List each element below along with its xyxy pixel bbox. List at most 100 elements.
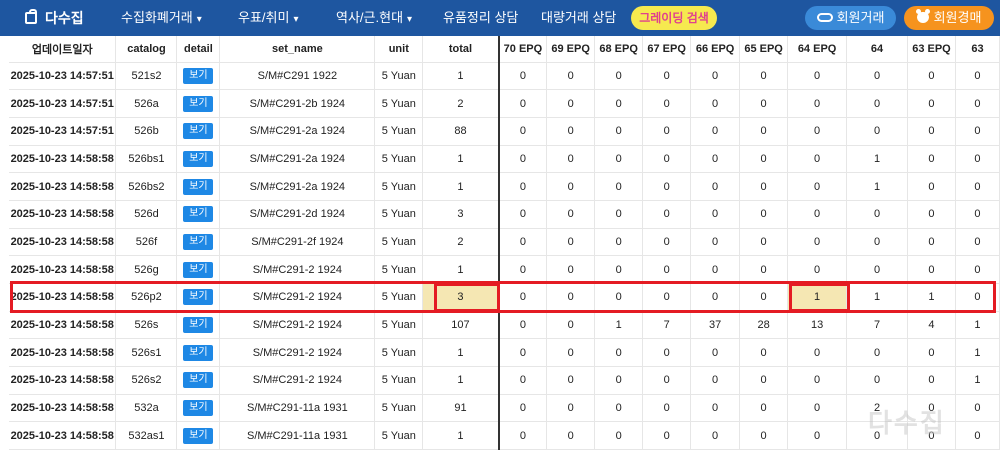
detail-view-button[interactable]: 보기 — [183, 372, 214, 389]
grade-count-cell: 0 — [907, 89, 956, 118]
grade-count-cell: 0 — [546, 255, 596, 284]
grade-count-cell: 0 — [739, 394, 789, 423]
detail-view-button[interactable]: 보기 — [183, 150, 214, 167]
detail-view-button[interactable]: 보기 — [183, 123, 214, 140]
grade-count-cell: 1 — [955, 366, 1000, 395]
detail-view-button[interactable]: 보기 — [183, 261, 214, 278]
detail-view-button[interactable]: 보기 — [183, 400, 214, 417]
table-row[interactable]: 2025-10-23 14:57:51 526b 보기 S/M#C291-2a 192… — [9, 117, 1000, 146]
grade-count-cell: 0 — [955, 145, 1000, 174]
top-navbar: 다수집 수집화폐거래 ▾ 우표/취미 ▾ 역사/근.현대 ▾ 유품정리 상담 대량거래… — [0, 0, 1000, 36]
grade-count-cell: 0 — [787, 255, 848, 284]
table-row[interactable]: 2025-10-23 14:58:58 526d 보기 S/M#C291-2d 192… — [9, 200, 1000, 229]
grade-count-cell: 0 — [594, 421, 644, 451]
brand-logo[interactable]: 다수집 — [25, 0, 84, 36]
grade-count-cell: 0 — [690, 145, 741, 174]
unit-cell: 5 Yuan — [374, 200, 424, 229]
table-row[interactable]: 2025-10-23 14:57:51 526a 보기 S/M#C291-2b 192… — [9, 89, 1000, 118]
grade-count-cell: 0 — [955, 117, 1000, 146]
menu-label: 수집화폐거래 — [121, 10, 193, 25]
grade-count-cell: 1 — [955, 311, 1000, 340]
detail-cell: 보기 — [176, 62, 221, 91]
total-cell: 88 — [422, 117, 500, 146]
grade-count-cell: 0 — [846, 255, 908, 284]
grade-count-cell: 0 — [642, 394, 692, 423]
grade-count-cell: 0 — [955, 172, 1000, 201]
column-header-64: 64 — [846, 36, 908, 63]
menu-label: 우표/취미 — [238, 10, 290, 25]
menu-estate-consulting[interactable]: 유품정리 상담 — [443, 0, 518, 36]
grade-count-cell: 0 — [498, 421, 548, 451]
grade-count-cell: 0 — [546, 145, 596, 174]
menu-stamps-hobby[interactable]: 우표/취미 ▾ — [238, 0, 298, 36]
grade-count-cell: 0 — [846, 228, 908, 257]
member-auction-label: 회원경매 — [933, 10, 982, 25]
column-header-set-name: set_name — [219, 36, 376, 63]
grade-count-cell: 0 — [690, 366, 741, 395]
brand-name: 다수집 — [45, 10, 84, 26]
catalog-cell: 532as1 — [115, 421, 178, 451]
detail-cell: 보기 — [176, 172, 221, 201]
table-row[interactable]: 2025-10-23 14:58:58 526bs1 보기 S/M#C291-2a 1… — [9, 145, 1000, 174]
grade-count-cell: 0 — [594, 145, 644, 174]
grade-count-cell: 1 — [594, 311, 644, 340]
grade-count-cell: 0 — [787, 421, 848, 451]
detail-view-button[interactable]: 보기 — [183, 317, 214, 334]
detail-view-button[interactable]: 보기 — [183, 427, 214, 444]
grade-count-cell: 1 — [907, 283, 956, 312]
column-header-63-epq: 63 EPQ — [907, 36, 956, 63]
grade-count-cell: 0 — [739, 89, 789, 118]
grade-count-cell: 0 — [846, 62, 908, 91]
member-auction-button[interactable]: 회원경매 — [904, 6, 994, 30]
detail-view-button[interactable]: 보기 — [183, 289, 214, 306]
detail-view-button[interactable]: 보기 — [183, 95, 214, 112]
unit-cell: 5 Yuan — [374, 338, 424, 368]
table-row[interactable]: 2025-10-23 14:58:58 526s2 보기 S/M#C291-2 192… — [9, 366, 1000, 395]
grading-search-button[interactable]: 그레이딩 검색 — [631, 6, 717, 30]
table-row[interactable]: 2025-10-23 14:58:58 532as1 보기 S/M#C291-11a … — [9, 421, 1000, 451]
table-row[interactable]: 2025-10-23 14:58:58 526p2 보기 S/M#C291-2 192… — [9, 283, 1000, 312]
grade-count-cell: 0 — [787, 89, 848, 118]
table-row[interactable]: 2025-10-23 14:58:58 526g 보기 S/M#C291-2 1924… — [9, 255, 1000, 284]
update-date-cell: 2025-10-23 14:58:58 — [9, 283, 117, 312]
member-trade-button[interactable]: 회원거래 — [805, 6, 896, 30]
detail-view-button[interactable]: 보기 — [183, 233, 214, 250]
detail-cell: 보기 — [176, 366, 221, 395]
detail-view-button[interactable]: 보기 — [183, 67, 214, 84]
update-date-cell: 2025-10-23 14:57:51 — [9, 117, 117, 146]
grade-count-cell: 0 — [690, 421, 741, 451]
update-date-cell: 2025-10-23 14:58:58 — [9, 228, 117, 257]
shopping-bag-icon — [25, 9, 37, 24]
catalog-cell: 526g — [115, 255, 178, 284]
menu-collectible-currency-trade[interactable]: 수집화폐거래 ▾ — [121, 0, 202, 36]
menu-history-modern[interactable]: 역사/근.현대 ▾ — [336, 0, 412, 36]
grade-count-cell: 0 — [787, 172, 848, 201]
detail-view-button[interactable]: 보기 — [183, 178, 214, 195]
table-row[interactable]: 2025-10-23 14:58:58 526s1 보기 S/M#C291-2 192… — [9, 338, 1000, 368]
table-row[interactable]: 2025-10-23 14:58:58 526bs2 보기 S/M#C291-2a 1… — [9, 172, 1000, 201]
grade-count-cell: 2 — [846, 394, 908, 423]
column-header-68-epq: 68 EPQ — [594, 36, 644, 63]
grade-count-cell: 0 — [594, 366, 644, 395]
total-cell: 1 — [422, 255, 500, 284]
grade-count-cell: 0 — [546, 172, 596, 201]
grade-count-cell: 0 — [739, 200, 789, 229]
grade-count-cell: 0 — [642, 172, 692, 201]
detail-cell: 보기 — [176, 255, 221, 284]
detail-view-button[interactable]: 보기 — [183, 344, 214, 361]
grade-count-cell: 1 — [955, 338, 1000, 368]
table-row[interactable]: 2025-10-23 14:57:51 521s2 보기 S/M#C291 1922 5… — [9, 62, 1000, 91]
chevron-down-icon: ▾ — [293, 14, 299, 25]
update-date-cell: 2025-10-23 14:58:58 — [9, 421, 117, 451]
table-row[interactable]: 2025-10-23 14:58:58 532a 보기 S/M#C291-11a 19… — [9, 394, 1000, 423]
detail-view-button[interactable]: 보기 — [183, 206, 214, 223]
table-row[interactable]: 2025-10-23 14:58:58 526s 보기 S/M#C291-2 1924… — [9, 311, 1000, 340]
grade-count-cell: 0 — [594, 62, 644, 91]
detail-cell: 보기 — [176, 338, 221, 368]
grade-count-cell: 0 — [690, 117, 741, 146]
grade-count-cell: 0 — [739, 62, 789, 91]
menu-bulk-trade-consulting[interactable]: 대량거래 상담 — [541, 0, 616, 36]
grade-count-cell: 0 — [955, 421, 1000, 451]
grade-count-cell: 0 — [498, 283, 548, 312]
table-row[interactable]: 2025-10-23 14:58:58 526f 보기 S/M#C291-2f 192… — [9, 228, 1000, 257]
